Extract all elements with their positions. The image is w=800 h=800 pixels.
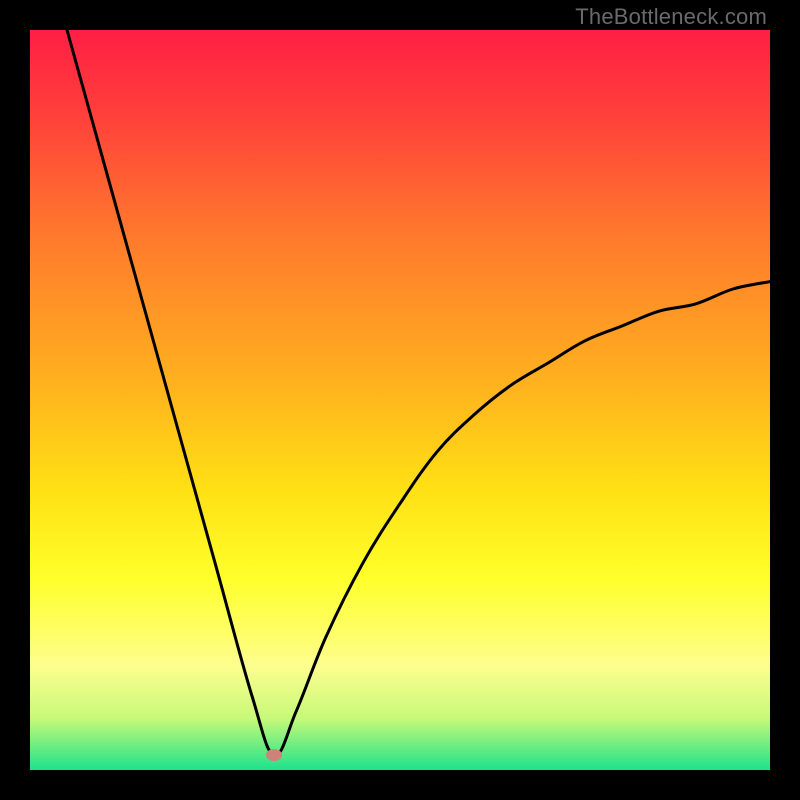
optimum-marker: [266, 749, 282, 761]
watermark-text: TheBottleneck.com: [575, 4, 767, 30]
gradient-background: [30, 30, 770, 770]
plot-area: [30, 30, 770, 770]
